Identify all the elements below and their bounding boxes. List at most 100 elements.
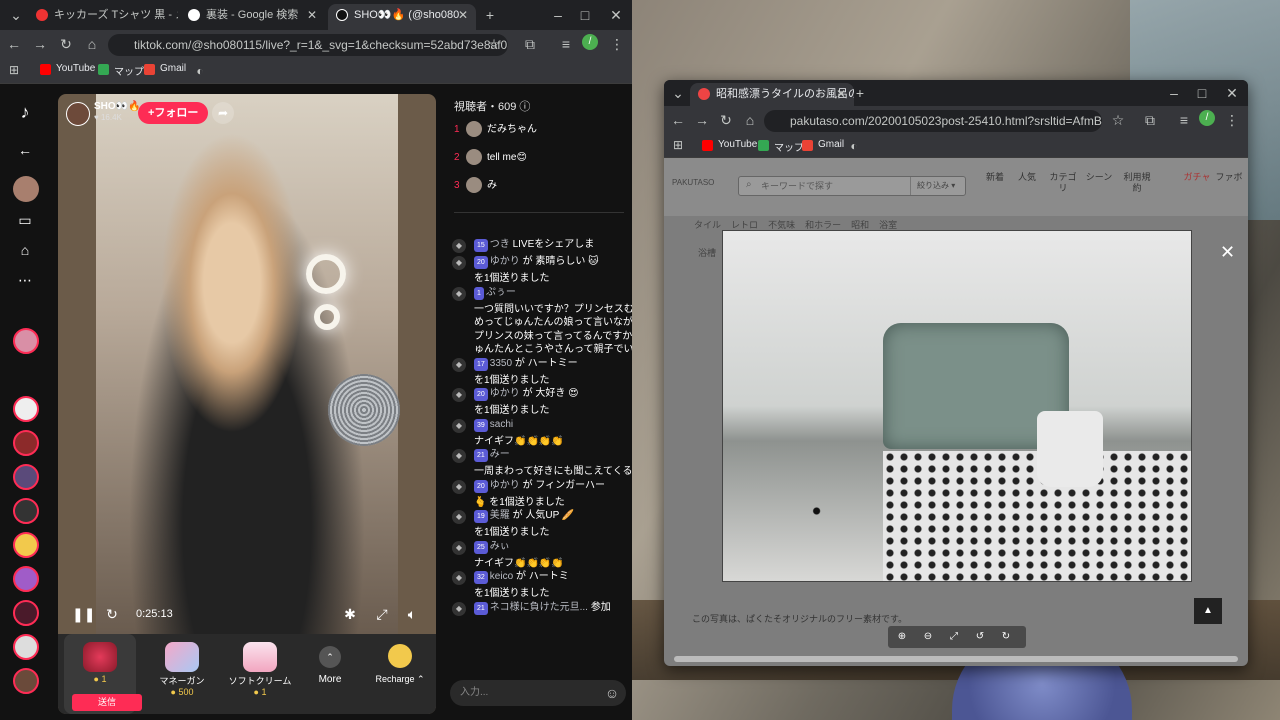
nav-category[interactable]: カテゴリ	[1048, 172, 1078, 194]
refresh-icon[interactable]: ↻	[102, 604, 122, 624]
chat-username[interactable]: 美羅	[490, 510, 510, 521]
filter-dropdown[interactable]: 絞り込み ▾	[910, 177, 962, 195]
back-icon[interactable]: ←	[668, 110, 688, 130]
apps-icon[interactable]: ⊞	[4, 60, 24, 80]
minimize-icon[interactable]: –	[548, 5, 568, 25]
rotate-left-icon[interactable]: ↺	[972, 629, 988, 645]
globe-icon[interactable]: ◐	[190, 61, 210, 81]
chat-username[interactable]: ゆかり	[490, 388, 520, 399]
close-lightbox-icon[interactable]: ✕	[1220, 242, 1235, 263]
gift-rose[interactable]: ● 1 送信	[64, 634, 142, 714]
nav-fav[interactable]: ファボ	[1214, 172, 1244, 183]
close-icon[interactable]: ✕	[836, 83, 846, 105]
zoom-out-icon[interactable]: ⊖	[920, 629, 936, 645]
chat-username[interactable]: ゆかり	[490, 256, 520, 267]
bookmark-maps[interactable]: マップ	[758, 139, 804, 154]
tag[interactable]: 浴槽	[698, 246, 716, 259]
gift-money-gun[interactable]: マネーガン ● 500	[146, 634, 218, 714]
tag[interactable]: 昭和	[851, 220, 869, 230]
bookmark-gmail[interactable]: Gmail	[802, 139, 844, 151]
more-gifts-button[interactable]: ⌃ More	[294, 634, 366, 714]
top-viewer[interactable]: 3み	[454, 176, 497, 196]
nav-new[interactable]: 新着	[980, 172, 1010, 183]
chat-username[interactable]: つき	[490, 239, 510, 250]
live-avatar[interactable]	[13, 328, 39, 354]
live-avatar[interactable]	[13, 566, 39, 592]
host-name[interactable]: SHO👀🔥	[94, 101, 141, 112]
video-icon[interactable]: ▭	[15, 210, 35, 230]
tag[interactable]: 不気味	[768, 220, 795, 230]
live-avatar[interactable]	[13, 396, 39, 422]
nav-terms[interactable]: 利用規約	[1122, 172, 1152, 194]
forward-icon[interactable]: →	[692, 110, 712, 130]
home-icon[interactable]: ⌂	[82, 34, 102, 54]
reload-icon[interactable]: ↻	[56, 34, 76, 54]
pakutaso-logo[interactable]: PAKUTASO	[672, 178, 726, 194]
fullscreen-icon[interactable]: ⤢	[372, 604, 392, 624]
chat-username[interactable]: みぃ	[490, 541, 510, 552]
home-icon[interactable]: ⌂	[15, 240, 35, 260]
bookmark-youtube[interactable]: YouTube	[40, 63, 95, 75]
chat-username[interactable]: 3350	[490, 358, 512, 369]
profile-avatar[interactable]	[13, 176, 39, 202]
send-gift-button[interactable]: 送信	[72, 694, 142, 711]
follow-button[interactable]: +フォロー	[138, 102, 209, 124]
nav-scene[interactable]: シーン	[1084, 172, 1114, 183]
back-arrow-icon[interactable]: ←	[15, 140, 35, 160]
zoom-in-icon[interactable]: ⊕	[894, 629, 910, 645]
forward-icon[interactable]: →	[30, 34, 50, 54]
address-bar[interactable]: pakutaso.com/20200105023post-25410.html?…	[764, 110, 1102, 132]
horizontal-scrollbar[interactable]	[674, 656, 1238, 662]
close-window-icon[interactable]: ✕	[606, 5, 626, 25]
volume-icon[interactable]: 🔈︎	[402, 604, 422, 624]
tag[interactable]: レトロ	[731, 220, 758, 230]
tab-search-icon[interactable]: ⌄	[668, 83, 688, 103]
new-tab-icon[interactable]: +	[850, 83, 870, 103]
settings-icon[interactable]: ✱	[340, 604, 360, 624]
live-avatar[interactable]	[13, 600, 39, 626]
maximize-icon[interactable]: □	[575, 5, 595, 25]
globe-icon[interactable]: ◐	[844, 136, 864, 156]
minimize-icon[interactable]: –	[1164, 83, 1184, 103]
tab-pakutaso[interactable]: 昭和感漂うタイルのお風呂の無料 ✕	[690, 83, 854, 106]
close-icon[interactable]: ✕	[307, 4, 317, 26]
rotate-right-icon[interactable]: ↻	[998, 629, 1014, 645]
nav-popular[interactable]: 人気	[1012, 172, 1042, 183]
reload-icon[interactable]: ↻	[716, 110, 736, 130]
tag[interactable]: タイル	[694, 220, 721, 230]
tag[interactable]: 和ホラー	[805, 220, 841, 230]
tag[interactable]: 浴室	[879, 220, 897, 230]
live-avatar[interactable]	[13, 430, 39, 456]
top-viewer[interactable]: 1 だみちゃん	[454, 120, 537, 140]
recharge-button[interactable]: Recharge ⌃	[364, 634, 436, 714]
bookmark-maps[interactable]: マップ	[98, 63, 144, 78]
profile-avatar[interactable]: /	[1199, 110, 1215, 126]
bookmark-gmail[interactable]: Gmail	[144, 63, 186, 75]
menu-icon[interactable]: ⋮	[607, 34, 627, 54]
live-avatar[interactable]	[13, 634, 39, 660]
host-avatar[interactable]	[66, 102, 90, 126]
bookmark-youtube[interactable]: YouTube	[702, 139, 757, 151]
back-icon[interactable]: ←	[4, 34, 24, 54]
maximize-icon[interactable]: □	[1192, 83, 1212, 103]
nav-gacha[interactable]: ガチャ	[1182, 172, 1212, 183]
share-icon[interactable]: ➦	[212, 102, 234, 124]
pause-icon[interactable]: ❚❚	[72, 604, 95, 624]
chat-username[interactable]: sachi	[490, 419, 513, 430]
menu-icon[interactable]: ⋮	[1222, 110, 1242, 130]
new-tab-icon[interactable]: +	[480, 5, 500, 25]
chat-username[interactable]: keico	[490, 571, 513, 582]
tab-google[interactable]: 裏装 - Google 検索 ✕	[180, 4, 325, 30]
media-icon[interactable]: ≡	[556, 34, 576, 54]
tab-mercari[interactable]: キッカーズ Tシャツ 黒 - メルカリ	[28, 4, 178, 30]
live-avatar[interactable]	[13, 464, 39, 490]
more-icon[interactable]: ⋯	[15, 270, 35, 290]
media-icon[interactable]: ≡	[1174, 110, 1194, 130]
live-avatar[interactable]	[13, 532, 39, 558]
home-icon[interactable]: ⌂	[740, 110, 760, 130]
chat-input[interactable]: 入力...	[450, 680, 626, 706]
tab-search-icon[interactable]: ⌄	[6, 5, 26, 25]
gift-soft-cream[interactable]: ソフトクリーム ● 1	[224, 634, 296, 714]
chat-username[interactable]: みー	[490, 449, 510, 460]
live-avatar[interactable]	[13, 498, 39, 524]
